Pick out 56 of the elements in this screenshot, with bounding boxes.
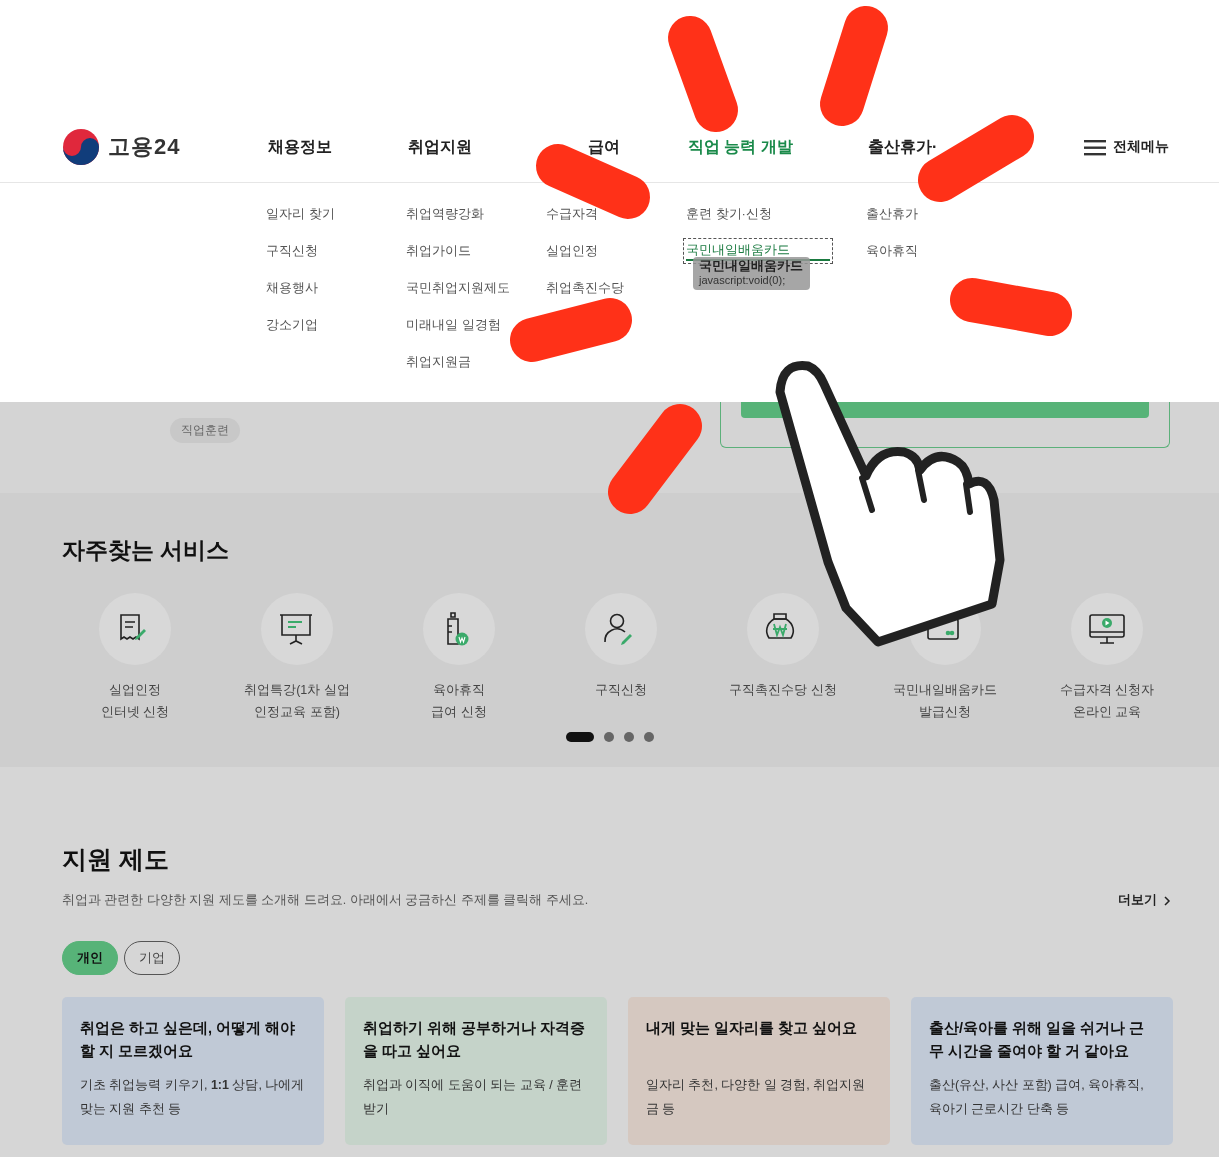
menu-icon: [1084, 138, 1106, 156]
service-label[interactable]: 수급자격 신청자 온라인 교육: [1059, 679, 1155, 723]
submenu-link[interactable]: 취업역량강화: [406, 204, 484, 224]
nav-menu-item[interactable]: 직업 능력 개발: [688, 137, 793, 155]
card-description: 일자리 추천, 다양한 일 경험, 취업지원금 등: [646, 1077, 867, 1118]
service-label[interactable]: 국민내일배움카드 발급신청: [893, 679, 997, 723]
submenu-link[interactable]: 강소기업: [266, 315, 318, 335]
topic-card[interactable]: 취업은 하고 싶은데, 어떻게 해야 할 지 모르겠어요 기초 취업능력 키우기, 1:1 상담, 나에게 맞는 지원 추천 등: [62, 997, 324, 1145]
page-dot[interactable]: [623, 732, 634, 742]
monitor-play-icon: [1088, 612, 1126, 646]
topic-card[interactable]: 취업하기 위해 공부하거나 자격증을 따고 싶어요 취업과 이직에 도움이 되는 교육 / 훈련 받기: [345, 997, 607, 1145]
card-title: 출산/육아를 위해 일을 쉬거나 근무 시간을 줄여야 할 거 같아요: [929, 1019, 1146, 1061]
service-label[interactable]: 구직촉진수당 신청: [729, 679, 837, 701]
site-logo[interactable]: 고용24: [108, 132, 181, 162]
submenu-link[interactable]: 일자리 찾기: [266, 204, 335, 224]
submenu-link[interactable]: 취업촉진수당: [546, 278, 624, 298]
submenu-link[interactable]: 육아휴직: [866, 241, 918, 261]
nav-menu-item[interactable]: 급여: [588, 137, 620, 155]
page-dot[interactable]: [603, 732, 614, 742]
logo-emblem-icon: [62, 128, 100, 166]
submenu-link[interactable]: 훈련 찾기·신청: [686, 204, 772, 224]
section-title: 자주찾는 서비스: [62, 536, 231, 565]
service-label[interactable]: 구직신청: [595, 679, 647, 701]
topic-card[interactable]: 내게 맞는 일자리를 찾고 싶어요 일자리 추천, 다양한 일 경험, 취업지원금 등: [628, 997, 890, 1145]
submenu-link[interactable]: 채용행사: [266, 278, 318, 298]
card-title: 취업하기 위해 공부하거나 자격증을 따고 싶어요: [363, 1019, 587, 1061]
keyword-chip[interactable]: 직업훈련: [170, 418, 240, 443]
submenu-link[interactable]: 미래내일 일경험: [406, 315, 501, 335]
chevron-right-icon: [1163, 895, 1171, 906]
nav-menu-item[interactable]: 채용정보: [268, 137, 332, 155]
card-description: 취업과 이직에 도움이 되는 교육 / 훈련 받기: [363, 1077, 584, 1118]
submenu-link[interactable]: 취업지원금: [406, 352, 471, 372]
nav-menu-item[interactable]: 취업지원: [408, 137, 472, 155]
card-title: 취업은 하고 싶은데, 어떻게 해야 할 지 모르겠어요: [80, 1019, 297, 1061]
card-title: 내게 맞는 일자리를 찾고 싶어요: [646, 1019, 859, 1038]
filter-tab[interactable]: 개인: [62, 941, 118, 975]
submenu-link[interactable]: 실업인정: [546, 241, 598, 261]
tooltip-url: javascript:void(0);: [699, 273, 787, 287]
service-label[interactable]: 육아휴직 급여 신청: [431, 679, 487, 723]
submenu-link[interactable]: 수급자격: [546, 204, 598, 224]
submenu-link[interactable]: 취업가이드: [406, 241, 471, 261]
section-title: 지원 제도: [62, 844, 170, 875]
all-menu-button[interactable]: 전체메뉴: [1084, 138, 1169, 156]
section-description: 취업과 관련한 다양한 지원 제도를 소개해 드려요. 아래에서 궁금하신 주제를 클릭해 주세요.: [62, 892, 589, 909]
card-description: 기초 취업능력 키우기, 1:1 상담, 나에게 맞는 지원 추천 등: [80, 1077, 306, 1118]
submenu-link[interactable]: 출산휴가: [866, 204, 918, 224]
page-dot[interactable]: [643, 732, 654, 742]
submenu-link[interactable]: 국민취업지원제도: [406, 278, 510, 298]
nav-menu-item[interactable]: 출산휴가·: [868, 137, 938, 155]
more-link[interactable]: 더보기: [1118, 892, 1171, 909]
service-label[interactable]: 취업특강(1차 실업 인정교육 포함): [244, 679, 350, 723]
tooltip-title: 국민내일배움카드: [699, 259, 803, 273]
card-description: 출산(유산, 사산 포함) 급여, 육아휴직, 육아기 근로시간 단축 등: [929, 1077, 1145, 1118]
submenu-link[interactable]: 구직신청: [266, 241, 318, 261]
topic-card[interactable]: 출산/육아를 위해 일을 쉬거나 근무 시간을 줄여야 할 거 같아요 출산(유산, 사산 포함) 급여, 육아휴직, 육아기 근로시간 단축 등: [911, 997, 1173, 1145]
service-label[interactable]: 실업인정 인터넷 신청: [100, 679, 170, 723]
